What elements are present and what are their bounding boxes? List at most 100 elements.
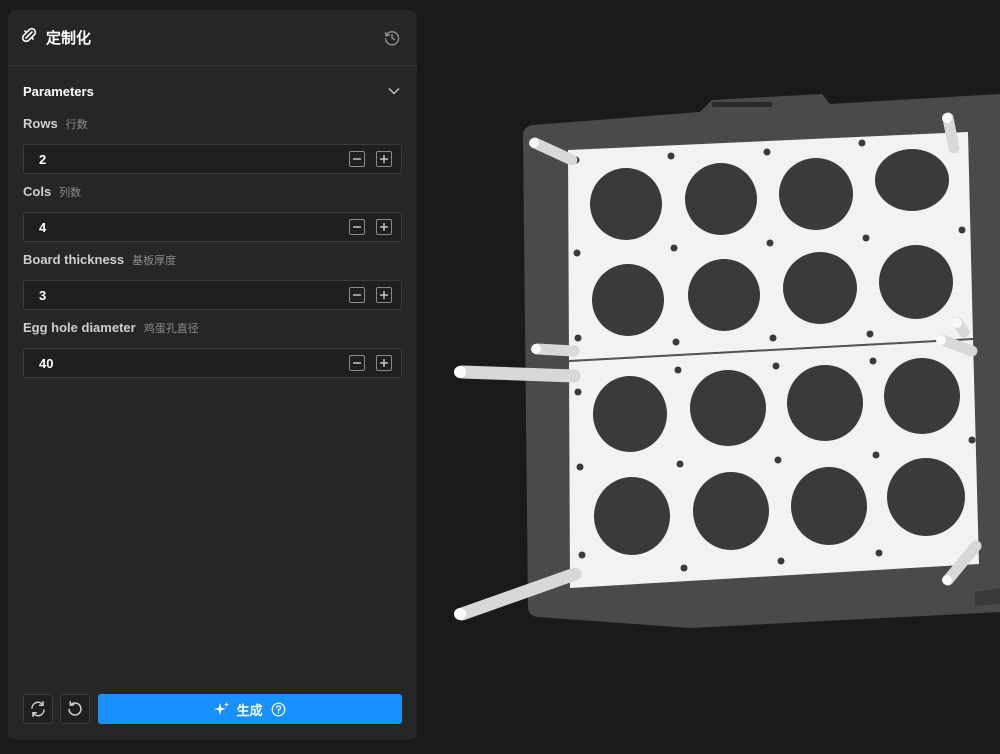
screw-hole (574, 334, 582, 342)
screw-hole (869, 357, 877, 365)
egg-hole (690, 370, 766, 446)
board-thickness-increment-button[interactable] (376, 287, 392, 303)
rows-increment-button[interactable] (376, 151, 392, 167)
egg-hole (685, 163, 757, 235)
generate-label: 生成 (236, 702, 263, 718)
board-thickness-decrement-button[interactable] (349, 287, 365, 303)
param-label-cn: 行数 (65, 119, 88, 131)
egg-hole-diameter-stepper (23, 348, 402, 378)
egg-hole (590, 168, 662, 240)
section-title: Parameters (23, 83, 94, 99)
param-label-en: Board thickness (23, 252, 125, 267)
peg-tip (942, 575, 952, 585)
egg-hole (693, 472, 769, 550)
peg-tip (936, 335, 946, 345)
peg-tip (454, 366, 466, 378)
screw-hole (872, 451, 880, 459)
param-label-en: Egg hole diameter (23, 320, 136, 335)
reset-button[interactable] (60, 694, 90, 724)
cols-increment-button[interactable] (376, 219, 392, 235)
egg-hole (884, 358, 960, 434)
egg-hole (787, 365, 863, 441)
3d-viewport[interactable] (425, 0, 1000, 749)
cols-input[interactable] (37, 218, 349, 236)
param-label-egg-hole-diameter: Egg hole diameter 鸡蛋孔直径 (23, 320, 402, 342)
panel-header: 定制化 (8, 10, 417, 66)
param-label-cn: 列数 (59, 187, 82, 199)
standoff-peg (455, 365, 581, 383)
help-circle-icon[interactable] (271, 702, 286, 717)
screw-hole (576, 463, 584, 471)
egg-hole-diameter-input[interactable] (37, 354, 349, 372)
egg-hole (688, 259, 760, 331)
minus-icon (353, 158, 361, 160)
screw-hole (769, 334, 777, 342)
peg-tip (529, 138, 539, 148)
screw-hole (866, 330, 874, 338)
screw-hole (670, 244, 678, 252)
plus-icon (380, 155, 388, 163)
plus-icon (380, 223, 388, 231)
parameters-section-header[interactable]: Parameters (8, 66, 417, 116)
model-preview[interactable] (425, 0, 1000, 749)
screw-hole (875, 549, 883, 557)
egg-hole-diameter-increment-button[interactable] (376, 355, 392, 371)
cols-decrement-button[interactable] (349, 219, 365, 235)
param-label-board-thickness: Board thickness 基板厚度 (23, 252, 402, 274)
param-label-cols: Cols 列数 (23, 184, 402, 206)
plus-icon (380, 359, 388, 367)
screw-hole (573, 249, 581, 257)
egg-hole (887, 458, 965, 536)
param-label-cn: 鸡蛋孔直径 (143, 323, 199, 335)
param-label-en: Cols (23, 184, 52, 199)
bed-slot (712, 102, 772, 107)
egg-hole-diameter-decrement-button[interactable] (349, 355, 365, 371)
param-rows: Rows 行数 (8, 116, 417, 174)
screw-hole (578, 551, 586, 559)
peg-tip (942, 113, 952, 123)
screw-hole (763, 148, 771, 156)
screw-hole (680, 564, 688, 572)
history-icon[interactable] (381, 27, 403, 49)
rows-input[interactable] (37, 150, 349, 168)
egg-hole (592, 264, 664, 336)
param-cols: Cols 列数 (8, 184, 417, 242)
screw-hole (858, 139, 866, 147)
rows-stepper (23, 144, 402, 174)
cols-stepper (23, 212, 402, 242)
refresh-button[interactable] (23, 694, 53, 724)
egg-hole (875, 149, 949, 211)
panel-title: 定制化 (46, 30, 92, 47)
screw-hole (772, 362, 780, 370)
egg-hole (783, 252, 857, 324)
chevron-down-icon[interactable] (386, 83, 402, 99)
screw-hole (968, 436, 976, 444)
rows-decrement-button[interactable] (349, 151, 365, 167)
panel-footer: 生成 (23, 694, 402, 724)
screw-hole (766, 239, 774, 247)
wand-magic-icon (20, 26, 38, 49)
screw-hole (862, 234, 870, 242)
plus-icon (380, 291, 388, 299)
minus-icon (353, 294, 361, 296)
screw-hole (777, 557, 785, 565)
param-label-en: Rows (23, 116, 58, 131)
undo-icon (68, 701, 82, 716)
screw-hole (674, 366, 682, 374)
board-thickness-input[interactable] (37, 286, 349, 304)
peg-tip (952, 318, 962, 328)
param-label-rows: Rows 行数 (23, 116, 402, 138)
egg-hole (594, 477, 670, 555)
board-thickness-stepper (23, 280, 402, 310)
egg-hole (791, 467, 867, 545)
refresh-icon (31, 701, 45, 717)
egg-hole (593, 376, 667, 452)
screw-hole (676, 460, 684, 468)
egg-hole (879, 245, 953, 319)
generate-button[interactable]: 生成 (98, 694, 402, 724)
param-board-thickness: Board thickness 基板厚度 (8, 252, 417, 310)
peg-tip (531, 344, 541, 354)
screw-hole (667, 152, 675, 160)
screw-hole (774, 456, 782, 464)
standoff-peg (531, 343, 580, 357)
